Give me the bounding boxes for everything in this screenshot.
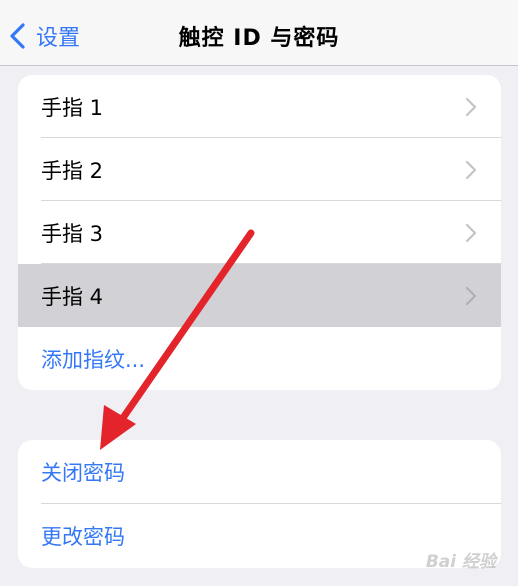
change-passcode-label: 更改密码 — [41, 525, 125, 549]
turn-off-passcode-label: 关闭密码 — [41, 461, 125, 485]
watermark: Bai 经验 — [425, 552, 496, 572]
fingerprints-group: 手指 1 手指 2 手指 3 手指 4 添加指纹... — [18, 75, 501, 390]
add-fingerprint-button[interactable]: 添加指纹... — [18, 327, 501, 390]
chevron-right-icon — [465, 286, 477, 305]
chevron-right-icon — [465, 223, 477, 242]
fingerprint-item-4[interactable]: 手指 4 — [18, 264, 501, 327]
page-title: 触控 ID 与密码 — [178, 26, 340, 51]
chevron-right-icon — [465, 160, 477, 179]
fingerprint-label: 手指 1 — [41, 95, 104, 120]
fingerprint-item-3[interactable]: 手指 3 — [18, 201, 501, 264]
fingerprint-label: 手指 3 — [41, 221, 104, 246]
fingerprint-label: 手指 4 — [41, 284, 104, 309]
turn-off-passcode-button[interactable]: 关闭密码 — [18, 440, 501, 504]
fingerprint-item-2[interactable]: 手指 2 — [18, 138, 501, 201]
add-fingerprint-label: 添加指纹... — [41, 347, 146, 372]
fingerprint-label: 手指 2 — [41, 158, 104, 183]
fingerprint-item-1[interactable]: 手指 1 — [18, 75, 501, 138]
navigation-bar: 设置 触控 ID 与密码 — [0, 0, 518, 66]
chevron-right-icon — [465, 97, 477, 116]
